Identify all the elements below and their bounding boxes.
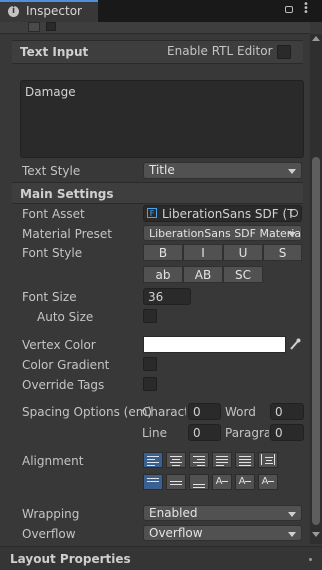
chevron-down-icon [288, 532, 296, 537]
spacing-options-label: Spacing Options (em) [22, 405, 153, 419]
wrapping-value: Enabled [149, 506, 198, 520]
material-preset-dropdown[interactable]: LiberationSans SDF Materia [143, 225, 302, 241]
chevron-down-icon [288, 512, 296, 517]
paragraph-spacing-input[interactable]: 0 [270, 424, 304, 441]
font-asset-field[interactable]: F LiberationSans SDF (T [143, 205, 302, 222]
uppercase-button[interactable]: AB [183, 266, 223, 283]
rtl-editor-checkbox[interactable] [277, 45, 291, 59]
component-header [0, 22, 310, 34]
align-baseline-icon[interactable]: A [212, 474, 232, 490]
object-picker-icon[interactable] [290, 209, 298, 217]
align-midline-icon[interactable]: A [235, 474, 255, 490]
overflow-value: Overflow [149, 526, 203, 540]
underline-button[interactable]: U [223, 244, 263, 261]
eyedropper-icon[interactable] [289, 337, 301, 351]
align-flush-icon[interactable] [235, 452, 255, 468]
strikethrough-button[interactable]: S [263, 244, 302, 261]
character-spacing-value: 0 [193, 405, 201, 419]
rtl-editor-label: Enable RTL Editor [167, 44, 273, 58]
main-settings-title: Main Settings [20, 187, 114, 201]
inspector-tab[interactable]: i Inspector [0, 0, 98, 22]
component-toggle[interactable] [46, 22, 56, 31]
word-spacing-value: 0 [275, 405, 283, 419]
align-middle-icon[interactable] [166, 474, 186, 490]
align-capline-icon[interactable]: A [258, 474, 278, 490]
lock-icon[interactable] [285, 6, 293, 13]
text-style-value: Title [149, 163, 175, 177]
more-options-icon[interactable]: • • • [303, 0, 309, 18]
vertex-color-swatch[interactable] [143, 336, 286, 353]
tab-title: Inspector [26, 4, 82, 18]
material-preset-label: Material Preset [22, 227, 112, 241]
text-input-area[interactable]: Damage [20, 80, 304, 158]
info-icon: i [8, 6, 19, 17]
main-settings-header: Main Settings [12, 182, 303, 204]
component-icon [28, 22, 40, 32]
paragraph-spacing-value: 0 [275, 426, 283, 440]
smallcaps-button[interactable]: SC [223, 266, 263, 283]
override-tags-label: Override Tags [22, 378, 105, 392]
italic-button[interactable]: I [183, 244, 223, 261]
align-geometry-center-icon[interactable] [258, 452, 278, 468]
material-preset-value: LiberationSans SDF Materia [149, 227, 302, 240]
font-size-value: 36 [148, 290, 164, 304]
color-gradient-checkbox[interactable] [143, 357, 157, 371]
bold-button[interactable]: B [143, 244, 183, 261]
alignment-label: Alignment [22, 454, 84, 468]
vertex-color-label: Vertex Color [22, 338, 96, 352]
align-right-icon[interactable] [189, 452, 209, 468]
scrollbar-thumb[interactable] [312, 157, 320, 525]
character-spacing-label: Charact [142, 405, 186, 419]
wrapping-dropdown[interactable]: Enabled [143, 505, 302, 521]
line-spacing-input[interactable]: 0 [188, 424, 221, 441]
word-spacing-input[interactable]: 0 [270, 403, 304, 420]
wrapping-label: Wrapping [22, 507, 80, 521]
line-spacing-value: 0 [193, 426, 201, 440]
font-asset-value: LiberationSans SDF (T [162, 207, 295, 221]
scrollbar-down-icon[interactable] [312, 532, 320, 537]
auto-size-label: Auto Size [37, 310, 94, 324]
lowercase-button[interactable]: ab [143, 266, 183, 283]
chevron-down-icon [288, 232, 296, 237]
text-input-title: Text Input [20, 45, 89, 59]
text-style-label: Text Style [22, 164, 81, 178]
auto-size-checkbox[interactable] [143, 309, 157, 323]
font-size-label: Font Size [22, 290, 77, 304]
text-style-dropdown[interactable]: Title [143, 162, 302, 179]
overflow-label: Overflow [22, 527, 76, 541]
align-bottom-icon[interactable] [189, 474, 209, 490]
chevron-down-icon [288, 169, 296, 174]
overflow-dropdown[interactable]: Overflow [143, 525, 302, 541]
scrollbar-up-icon[interactable] [312, 36, 320, 41]
align-left-icon[interactable] [143, 452, 163, 468]
line-spacing-label: Line [142, 426, 168, 440]
font-size-input[interactable]: 36 [143, 288, 191, 305]
font-asset-label: Font Asset [22, 207, 85, 221]
font-style-label: Font Style [22, 246, 83, 260]
layout-properties-title: Layout Properties [10, 552, 131, 566]
word-spacing-label: Word [225, 405, 256, 419]
color-gradient-label: Color Gradient [22, 358, 110, 372]
align-top-icon[interactable] [143, 474, 163, 490]
layout-properties-header[interactable]: Layout Properties [0, 546, 322, 570]
align-justified-icon[interactable] [212, 452, 232, 468]
override-tags-checkbox[interactable] [143, 377, 157, 391]
paragraph-spacing-label: Paragra [225, 426, 269, 440]
font-asset-icon: F [147, 208, 157, 218]
align-center-icon[interactable] [166, 452, 186, 468]
text-input-value: Damage [25, 85, 76, 99]
dots-icon [309, 558, 312, 561]
character-spacing-input[interactable]: 0 [188, 403, 221, 420]
